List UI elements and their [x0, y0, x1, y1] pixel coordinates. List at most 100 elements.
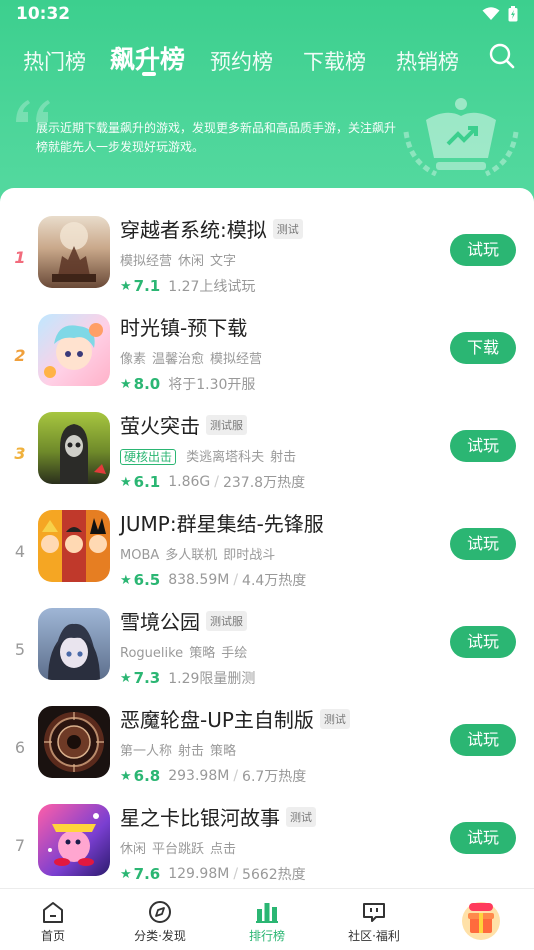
- try-play-button[interactable]: 试玩: [450, 724, 516, 756]
- bottom-navigation: 首页 分类·发现 排行榜 社区·福利: [0, 888, 534, 950]
- game-heat: 237.8万热度: [222, 475, 306, 491]
- test-badge: 测试: [319, 708, 350, 729]
- game-tags: 第一人称 射击 策略: [120, 740, 242, 759]
- game-meta: ★ 8.0 将于1.30开服: [120, 374, 255, 394]
- game-icon[interactable]: [38, 216, 110, 288]
- test-badge: 测试服: [206, 414, 247, 435]
- game-meta: ★ 7.3 1.29限量删测: [120, 668, 255, 688]
- game-icon[interactable]: [38, 706, 110, 778]
- game-size: 1.86G: [168, 474, 211, 490]
- list-item[interactable]: 6 恶魔轮盘-UP主自制版 测试 第一人称 射击 策略 ★ 6.8 293.98M/6.7…: [0, 706, 534, 804]
- tag: 模拟经营: [120, 254, 173, 269]
- ranking-list: 1 穿越者系统:模拟 测试 模拟经营 休闲 文字 ★ 7.1 1.27上线试玩 试玩 2 …: [0, 188, 534, 888]
- game-title[interactable]: 星之卡比银河故事 测试: [120, 802, 316, 831]
- game-title[interactable]: 穿越者系统:模拟 测试: [120, 214, 303, 243]
- list-item[interactable]: 7 星之卡比银河故事 测试 休闲 平台跳跃 点击 ★ 7.6 129.98M/5662热度…: [0, 804, 534, 888]
- try-play-button[interactable]: 试玩: [450, 528, 516, 560]
- active-tab-indicator: [142, 72, 156, 76]
- tag: 第一人称: [120, 744, 173, 759]
- nav-discover[interactable]: 分类·发现: [107, 889, 213, 950]
- tag: 模拟经营: [210, 352, 263, 367]
- tag: 射击: [178, 744, 205, 759]
- tag: 平台跳跃: [152, 842, 205, 857]
- rank-number: 6: [14, 738, 26, 757]
- tag: 多人联机: [165, 548, 218, 563]
- try-play-button[interactable]: 试玩: [450, 234, 516, 266]
- rank-number: 5: [14, 640, 26, 659]
- game-icon[interactable]: [38, 608, 110, 680]
- game-score: 8.0: [133, 375, 161, 393]
- star-icon: ★: [120, 474, 132, 490]
- tag: 像素: [120, 352, 147, 367]
- game-meta: ★ 7.6 129.98M/5662热度: [120, 864, 306, 884]
- game-icon[interactable]: [38, 804, 110, 876]
- game-meta: ★ 6.8 293.98M/6.7万热度: [120, 766, 306, 786]
- tab-rising[interactable]: 飙升榜: [110, 40, 185, 76]
- ranking-header: 10:32 热门榜 飙升榜 预约榜 下载榜 热销榜 展示近期下载量飙升的游戏，发…: [0, 0, 534, 215]
- rank-number: 1: [14, 248, 26, 267]
- tag: 即时战斗: [223, 548, 276, 563]
- separator: /: [233, 768, 239, 784]
- game-icon[interactable]: [38, 314, 110, 386]
- highlight-tag: 硬核出击: [120, 449, 177, 465]
- game-title[interactable]: 雪境公园 测试服: [120, 606, 247, 635]
- tag: 策略: [210, 744, 237, 759]
- tab-download[interactable]: 下载榜: [303, 46, 366, 76]
- game-score: 7.6: [133, 865, 161, 883]
- list-item[interactable]: 3 萤火突击 测试服 硬核出击 类逃离塔科夫 射击 ★ 6.1 1.86G/237.8万…: [0, 412, 534, 510]
- tag: 点击: [210, 842, 237, 857]
- game-score: 7.3: [133, 669, 161, 687]
- game-name: JUMP:群星集结-先锋服: [120, 512, 324, 536]
- search-icon[interactable]: [488, 42, 516, 70]
- tab-bestseller[interactable]: 热销榜: [396, 46, 459, 76]
- tab-hot[interactable]: 热门榜: [23, 46, 86, 76]
- game-size: 129.98M: [168, 866, 230, 882]
- nav-label: 排行榜: [248, 929, 285, 943]
- status-time: 10:32: [16, 4, 71, 24]
- game-tags: 休闲 平台跳跃 点击: [120, 838, 242, 857]
- nav-label: 社区·福利: [348, 929, 400, 943]
- tab-reserve[interactable]: 预约榜: [210, 46, 273, 76]
- test-badge: 测试: [286, 806, 316, 827]
- game-heat: 4.4万热度: [242, 573, 307, 589]
- nav-home[interactable]: 首页: [0, 889, 106, 950]
- game-tags: MOBA 多人联机 即时战斗: [120, 544, 281, 563]
- game-tags: 像素 温馨治愈 模拟经营: [120, 348, 268, 367]
- game-title[interactable]: 时光镇-预下载: [120, 312, 247, 341]
- try-play-button[interactable]: 试玩: [450, 430, 516, 462]
- game-meta: ★ 6.1 1.86G/237.8万热度: [120, 472, 305, 492]
- try-play-button[interactable]: 试玩: [450, 822, 516, 854]
- game-meta: ★ 6.5 838.59M/4.4万热度: [120, 570, 306, 590]
- game-info: 1.27上线试玩: [168, 279, 256, 295]
- tag: 文字: [210, 254, 237, 269]
- list-item[interactable]: 1 穿越者系统:模拟 测试 模拟经营 休闲 文字 ★ 7.1 1.27上线试玩 试玩: [0, 216, 534, 314]
- game-tags: Roguelike 策略 手绘: [120, 642, 253, 661]
- banner-description: 展示近期下载量飙升的游戏，发现更多新品和高品质手游，关注飙升榜就能先人一步发现好…: [36, 121, 397, 154]
- tag: 休闲: [178, 254, 205, 269]
- game-title[interactable]: 萤火突击 测试服: [120, 410, 247, 439]
- game-title[interactable]: 恶魔轮盘-UP主自制版 测试: [120, 704, 350, 733]
- game-icon[interactable]: [38, 412, 110, 484]
- list-item[interactable]: 2 时光镇-预下载 像素 温馨治愈 模拟经营 ★ 8.0 将于1.30开服 下载: [0, 314, 534, 412]
- try-play-button[interactable]: 试玩: [450, 626, 516, 658]
- star-icon: ★: [120, 278, 132, 294]
- game-size: 293.98M: [168, 768, 230, 784]
- game-icon[interactable]: [38, 510, 110, 582]
- nav-label: 分类·发现: [134, 929, 186, 943]
- trophy-icon: [403, 98, 519, 177]
- game-name: 穿越者系统:模拟: [120, 218, 267, 242]
- game-heat: 5662热度: [242, 867, 306, 883]
- tag: 手绘: [221, 646, 248, 661]
- list-item[interactable]: 5 雪境公园 测试服 Roguelike 策略 手绘 ★ 7.3 1.29限量删测 试玩: [0, 608, 534, 706]
- game-info: 将于1.30开服: [168, 377, 256, 393]
- nav-gift[interactable]: [428, 889, 534, 950]
- game-title[interactable]: JUMP:群星集结-先锋服: [120, 508, 324, 537]
- test-badge: 测试: [272, 218, 303, 239]
- nav-ranking[interactable]: 排行榜: [214, 889, 320, 950]
- rank-number: 2: [14, 346, 26, 365]
- list-item[interactable]: 4 JUMP:群星集结-先锋服 MOBA 多人联机 即时战斗 ★ 6.5 838.59M…: [0, 510, 534, 608]
- nav-community[interactable]: 社区·福利: [321, 889, 427, 950]
- game-name: 雪境公园: [120, 610, 200, 634]
- download-button[interactable]: 下载: [450, 332, 516, 364]
- ranking-tabs: 热门榜 飙升榜 预约榜 下载榜 热销榜: [0, 38, 534, 82]
